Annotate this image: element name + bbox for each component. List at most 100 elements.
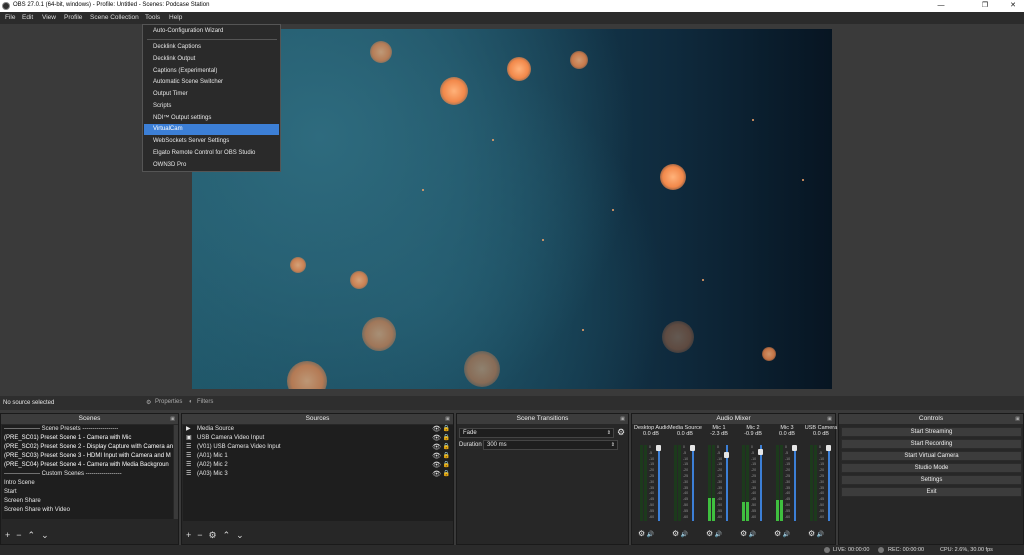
tools-item-output-timer[interactable]: Output Timer — [144, 89, 279, 100]
undock-icon[interactable]: ▣ — [170, 414, 175, 424]
scenes-footer: + − ⌃ ⌄ — [5, 530, 55, 541]
start-streaming-button[interactable]: Start Streaming — [841, 427, 1022, 437]
menu-file[interactable]: File — [5, 14, 15, 21]
volume-fader[interactable] — [760, 445, 762, 521]
volume-fader[interactable] — [658, 445, 660, 521]
menu-tools[interactable]: Tools — [145, 14, 160, 21]
eye-icon[interactable]: 👁 — [432, 470, 441, 479]
scenes-scrollbar[interactable] — [174, 425, 178, 519]
undock-icon[interactable]: ▣ — [620, 414, 625, 424]
duration-input[interactable]: 300 ms ⇕ — [483, 440, 618, 450]
tools-item-virtualcam[interactable]: VirtualCam — [144, 124, 279, 135]
menu-profile[interactable]: Profile — [64, 14, 82, 21]
lock-icon[interactable]: 🔒 — [443, 461, 450, 470]
speaker-icon[interactable]: 🔊 — [713, 532, 722, 538]
settings-button[interactable]: Settings — [841, 475, 1022, 485]
list-item[interactable]: (PRE_SC01) Preset Scene 1 - Camera with … — [2, 434, 173, 443]
list-item[interactable]: ------------------ Custom Scenes -------… — [2, 470, 173, 479]
fader-handle[interactable] — [656, 445, 661, 451]
speaker-icon[interactable]: 🔊 — [747, 532, 756, 538]
list-item[interactable]: Screen Share — [2, 497, 173, 506]
fader-handle[interactable] — [724, 452, 729, 458]
maximize-icon[interactable]: ❐ — [974, 0, 996, 12]
fader-handle[interactable] — [792, 445, 797, 451]
eye-icon[interactable]: 👁 — [432, 425, 441, 434]
eye-icon[interactable]: 👁 — [432, 443, 441, 452]
lock-icon[interactable]: 🔒 — [443, 425, 450, 434]
list-item[interactable]: (PRE_SC04) Preset Scene 4 - Camera with … — [2, 461, 173, 470]
add-icon[interactable]: + — [186, 530, 191, 540]
mixer-title: Audio Mixer ▣ — [632, 414, 835, 424]
start-recording-button[interactable]: Start Recording — [841, 439, 1022, 449]
volume-fader[interactable] — [828, 445, 830, 521]
minimize-icon[interactable]: — — [930, 0, 952, 12]
move-down-icon[interactable]: ⌄ — [236, 530, 244, 540]
list-item[interactable]: Screen Share with Video — [2, 506, 173, 515]
list-item[interactable]: (PRE_SC02) Preset Scene 2 - Display Capt… — [2, 443, 173, 452]
menu-scene-collection[interactable]: Scene Collection — [90, 14, 139, 21]
close-icon[interactable]: ✕ — [1002, 0, 1024, 12]
properties-button[interactable]: Properties — [155, 399, 182, 405]
tools-item-websockets[interactable]: WebSockets Server Settings — [144, 136, 279, 147]
menu-edit[interactable]: Edit — [22, 14, 33, 21]
tools-item-scene-switcher[interactable]: Automatic Scene Switcher — [144, 77, 279, 88]
live-time: LIVE: 00:00:00 — [833, 547, 870, 553]
source-item[interactable]: ▶ Media Source 👁 🔒 — [183, 425, 453, 434]
list-item[interactable]: Start — [2, 488, 173, 497]
speaker-icon[interactable]: 🔊 — [815, 532, 824, 538]
fader-handle[interactable] — [690, 445, 695, 451]
menu-help[interactable]: Help — [169, 14, 182, 21]
eye-icon[interactable]: 👁 — [432, 452, 441, 461]
undock-icon[interactable]: ▣ — [827, 414, 832, 424]
lock-icon[interactable]: 🔒 — [443, 452, 450, 461]
tools-item-elgato-remote[interactable]: Elgato Remote Control for OBS Studio — [144, 148, 279, 159]
eye-icon[interactable]: 👁 — [432, 461, 441, 470]
preview-canvas[interactable] — [192, 29, 832, 389]
tools-item-ndi-output[interactable]: NDI™ Output settings — [144, 113, 279, 124]
source-item[interactable]: ☰ (A03) Mic 3 👁 🔒 — [183, 470, 453, 479]
speaker-icon[interactable]: 🔊 — [679, 532, 688, 538]
lock-icon[interactable]: 🔒 — [443, 434, 450, 443]
fader-handle[interactable] — [826, 445, 831, 451]
move-down-icon[interactable]: ⌄ — [41, 530, 49, 540]
remove-icon[interactable]: − — [197, 530, 202, 540]
source-item[interactable]: ☰ (V01) USB Camera Video Input 👁 🔒 — [183, 443, 453, 452]
list-item[interactable]: ------------------ Scene Presets -------… — [2, 425, 173, 434]
fader-handle[interactable] — [758, 448, 763, 455]
studio-mode-button[interactable]: Studio Mode — [841, 463, 1022, 473]
exit-button[interactable]: Exit — [841, 487, 1022, 497]
tools-item-scripts[interactable]: Scripts — [144, 101, 279, 112]
remove-icon[interactable]: − — [16, 530, 21, 540]
filters-button[interactable]: Filters — [197, 399, 213, 405]
eye-icon[interactable]: 👁 — [432, 434, 441, 443]
move-up-icon[interactable]: ⌃ — [28, 530, 36, 540]
gear-icon[interactable]: ⚙ — [209, 530, 217, 540]
speaker-icon[interactable]: 🔊 — [781, 532, 790, 538]
add-icon[interactable]: + — [5, 530, 10, 540]
tools-item-decklink-captions[interactable]: Decklink Captions — [144, 42, 279, 53]
gear-icon[interactable]: ⚙ — [617, 427, 625, 438]
list-item[interactable]: Intro Scene — [2, 479, 173, 488]
meter-scale: 0 -5 -10 -15 -20 -25 -30 -35 -40 -45 -50 -55 -60 — [649, 445, 654, 520]
source-item[interactable]: ▣ USB Camera Video Input 👁 🔒 — [183, 434, 453, 443]
tools-item-captions[interactable]: Captions (Experimental) — [144, 66, 279, 77]
menu-view[interactable]: View — [42, 14, 56, 21]
channel-controls: ⚙ 🔊 — [706, 529, 722, 538]
list-item[interactable]: (PRE_SC03) Preset Scene 3 - HDMI Input w… — [2, 452, 173, 461]
transition-select[interactable]: Fade ⇕ — [459, 428, 614, 438]
source-item[interactable]: ☰ (A02) Mic 2 👁 🔒 — [183, 461, 453, 470]
speaker-icon[interactable]: 🔊 — [645, 532, 654, 538]
source-item[interactable]: ☰ (A01) Mic 1 👁 🔒 — [183, 452, 453, 461]
volume-fader[interactable] — [794, 445, 796, 521]
lock-icon[interactable]: 🔒 — [443, 470, 450, 479]
sources-footer: + − ⚙ ⌃ ⌄ — [186, 530, 250, 541]
lock-icon[interactable]: 🔒 — [443, 443, 450, 452]
undock-icon[interactable]: ▣ — [445, 414, 450, 424]
tools-item-decklink-output[interactable]: Decklink Output — [144, 54, 279, 65]
start-virtual-camera-button[interactable]: Start Virtual Camera — [841, 451, 1022, 461]
volume-fader[interactable] — [692, 445, 694, 521]
undock-icon[interactable]: ▣ — [1015, 414, 1020, 424]
tools-item-own3d-pro[interactable]: OWN3D Pro — [144, 160, 279, 171]
move-up-icon[interactable]: ⌃ — [223, 530, 231, 540]
tools-item-auto-config[interactable]: Auto-Configuration Wizard — [144, 26, 279, 37]
